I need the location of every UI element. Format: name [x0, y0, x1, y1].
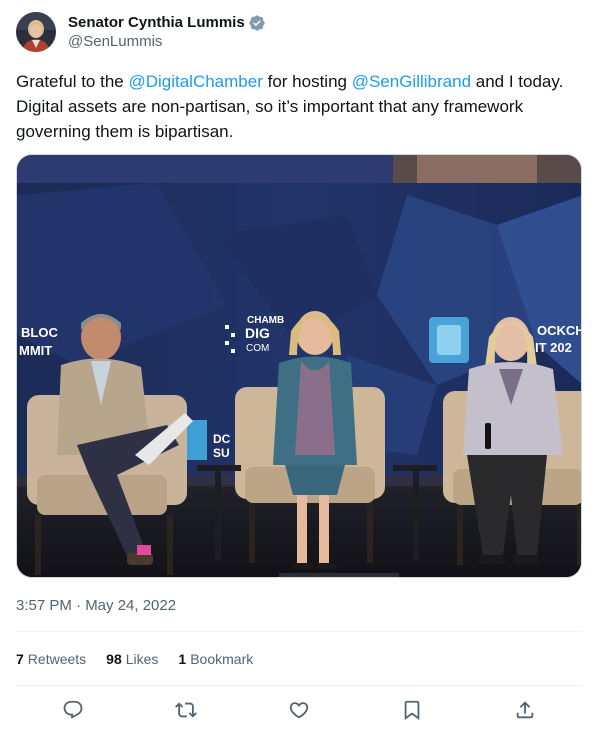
display-name[interactable]: Senator Cynthia Lummis — [68, 13, 245, 32]
svg-text:IT 202: IT 202 — [535, 340, 572, 355]
share-button[interactable] — [508, 693, 542, 727]
svg-text:MMIT: MMIT — [19, 343, 52, 358]
retweet-icon — [174, 702, 197, 718]
svg-text:SU: SU — [213, 446, 230, 460]
svg-text:BLOC: BLOC — [21, 325, 58, 340]
bookmarks-label: Bookmark — [190, 651, 254, 667]
bookmarks-count: 1 — [178, 651, 187, 667]
like-icon — [289, 702, 309, 719]
svg-text:DC: DC — [213, 432, 231, 446]
mention-link[interactable]: @SenGillibrand — [352, 72, 471, 91]
display-name-row: Senator Cynthia Lummis — [68, 13, 266, 32]
tweet-stats: 7 Retweets 98 Likes 1 Bookmark — [16, 648, 273, 670]
divider — [16, 631, 582, 632]
tweet-header: Senator Cynthia Lummis @SenLummis — [16, 12, 266, 52]
share-icon — [517, 701, 534, 719]
likes-stat[interactable]: 98 Likes — [106, 651, 158, 667]
like-button[interactable] — [282, 693, 316, 727]
tweet-text-part: Grateful to the — [16, 72, 129, 91]
handle[interactable]: @SenLummis — [68, 32, 266, 51]
retweets-label: Retweets — [27, 651, 87, 667]
tweet-actions — [16, 690, 582, 730]
retweet-button[interactable] — [169, 693, 203, 727]
reply-button[interactable] — [56, 693, 90, 727]
bookmark-button[interactable] — [395, 693, 429, 727]
reply-icon — [63, 700, 82, 719]
likes-count: 98 — [106, 651, 122, 667]
divider — [16, 685, 582, 686]
svg-text:DIG: DIG — [245, 325, 270, 341]
svg-text:COM: COM — [246, 343, 269, 354]
tweet-text: Grateful to the @DigitalChamber for host… — [16, 69, 582, 144]
verified-badge-icon — [248, 14, 266, 32]
tweet-text-part: for hosting — [262, 72, 352, 91]
retweets-count: 7 — [16, 651, 24, 667]
tweet-timestamp[interactable]: 3:57 PM · May 24, 2022 — [16, 596, 176, 616]
retweets-stat[interactable]: 7 Retweets — [16, 651, 86, 667]
author-names: Senator Cynthia Lummis @SenLummis — [68, 13, 266, 51]
svg-text:OCKCH: OCKCH — [537, 323, 582, 338]
bookmark-icon — [404, 700, 420, 721]
mention-link[interactable]: @DigitalChamber — [128, 72, 262, 91]
bookmarks-stat[interactable]: 1 Bookmark — [178, 651, 253, 667]
likes-label: Likes — [125, 651, 159, 667]
avatar[interactable] — [16, 12, 56, 52]
tweet-photo[interactable]: BLOC AIN MMIT CHAMB DIG COM OCKCH IT 202… — [16, 154, 582, 578]
